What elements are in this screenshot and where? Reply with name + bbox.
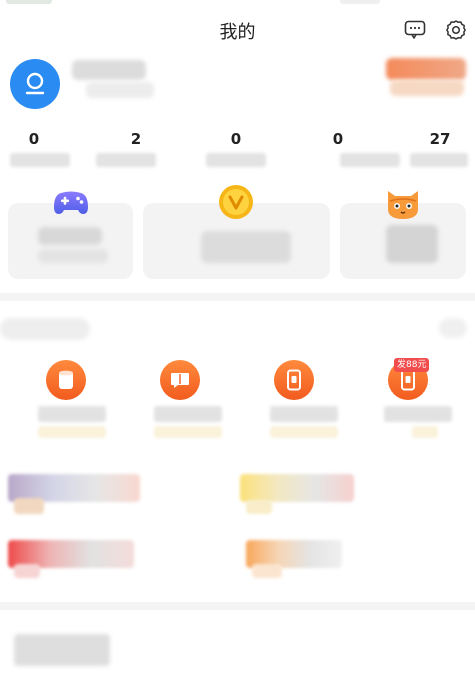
promo-sub-blurred (14, 498, 44, 514)
tools-grid: 发88元 (0, 358, 475, 444)
profile-row[interactable] (0, 56, 475, 112)
section-divider (0, 293, 475, 301)
promo-item-blurred[interactable] (240, 474, 354, 502)
tool-label-blurred (38, 406, 106, 422)
username-blurred (72, 60, 146, 80)
tool-item[interactable] (254, 360, 338, 444)
top-bar: 我的 (0, 14, 475, 46)
section-divider (0, 602, 475, 610)
stat-label-blurred (410, 153, 468, 167)
phone-icon (287, 369, 301, 391)
tool-sub-blurred (38, 426, 106, 438)
stats-row: 0 2 0 0 27 (0, 128, 475, 172)
phone-gift-icon (401, 369, 415, 391)
tool-item[interactable]: 发88元 (368, 358, 452, 444)
user-id-blurred (86, 82, 154, 98)
gear-icon (446, 20, 466, 40)
tool-item[interactable] (26, 360, 106, 444)
stat-label-blurred (206, 153, 266, 167)
tool-icon-bg (274, 360, 314, 400)
tool-sub-blurred (154, 426, 222, 438)
promo-sub-blurred (246, 500, 272, 514)
promo-badge: 发88元 (394, 358, 430, 372)
status-bar (0, 0, 475, 8)
user-icon (25, 72, 45, 95)
card-label-blurred (201, 231, 291, 263)
tool-label-blurred (154, 406, 222, 422)
tool-label-blurred (384, 406, 452, 422)
cat-icon (388, 191, 418, 219)
stat-label-blurred (340, 153, 400, 167)
tool-icon-bg (160, 360, 200, 400)
section-title-blurred (0, 318, 90, 340)
tool-sub-blurred (270, 426, 338, 438)
stat-value: 0 (230, 130, 242, 148)
tool-item[interactable] (140, 360, 222, 444)
stat-value: 0 (332, 130, 344, 148)
card-label-blurred (38, 227, 102, 245)
card-label-blurred (386, 225, 438, 263)
status-bar-right (340, 0, 380, 4)
gamepad-icon (54, 191, 88, 214)
stat-value: 0 (28, 130, 40, 148)
settings-button[interactable] (444, 18, 468, 42)
gold-coin-icon (219, 185, 253, 219)
card-sub-blurred (38, 249, 108, 263)
section-more-blurred[interactable] (439, 318, 467, 338)
message-icon (404, 20, 426, 39)
stat-label-blurred (10, 153, 70, 167)
status-bar-left (6, 0, 52, 4)
vip-banner-blurred[interactable] (386, 58, 466, 80)
tool-sub-blurred (412, 426, 438, 438)
box-icon (59, 370, 73, 389)
promo-sub-blurred (14, 564, 40, 578)
stat-value: 2 (130, 130, 142, 148)
avatar[interactable] (10, 59, 60, 109)
bottom-item-blurred[interactable] (14, 634, 110, 666)
stat-value: 27 (429, 130, 451, 148)
tool-label-blurred (270, 406, 338, 422)
message-button[interactable] (403, 18, 427, 42)
feature-cards (0, 183, 475, 281)
stat-label-blurred (96, 153, 156, 167)
promo-sub-blurred (252, 564, 282, 578)
tool-icon-bg (46, 360, 86, 400)
chat-card-icon (171, 373, 189, 388)
vip-banner-sub-blurred (390, 80, 464, 96)
